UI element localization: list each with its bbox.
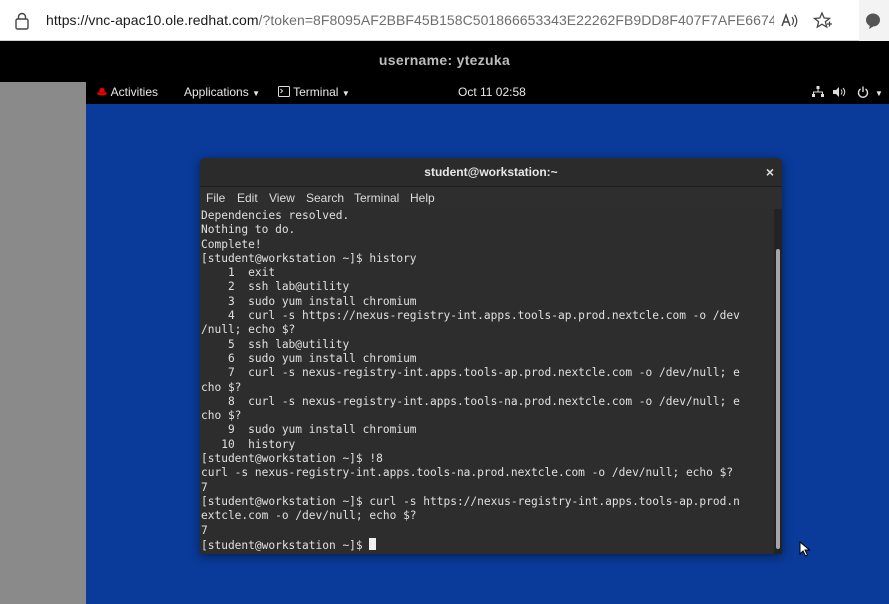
- chevron-down-icon: ▼: [252, 89, 260, 98]
- terminal-line: 7: [201, 480, 208, 494]
- menu-terminal[interactable]: Terminal: [354, 191, 399, 205]
- terminal-line: [student@workstation ~]$ history: [201, 251, 417, 265]
- url-query: /?token=8F8095AF2BBF45B158C501866653343E…: [258, 12, 774, 28]
- terminal-line: Dependencies resolved.: [201, 209, 350, 222]
- chevron-down-icon: ▼: [875, 89, 883, 98]
- terminal-line: extcle.com -o /dev/null; echo $?: [201, 509, 417, 523]
- terminal-text: Dependencies resolved. Nothing to do. Co…: [201, 209, 774, 553]
- terminal-app-menu[interactable]: Terminal ▼: [278, 85, 350, 99]
- activities-label: Activities: [110, 85, 159, 99]
- terminal-icon: [278, 86, 290, 97]
- url-text[interactable]: https://vnc-apac10.ole.redhat.com/?token…: [46, 12, 774, 28]
- close-icon[interactable]: ×: [766, 158, 774, 186]
- applications-menu[interactable]: Applications ▼: [184, 85, 260, 99]
- chevron-down-icon: ▼: [341, 89, 350, 98]
- redhat-logo-icon: [97, 88, 107, 96]
- browser-toolbar-edge: [859, 0, 889, 41]
- terminal-line: [student@workstation ~]$: [201, 538, 370, 552]
- terminal-line: [student@workstation ~]$ curl -s https:/…: [201, 494, 740, 508]
- menu-help[interactable]: Help: [410, 191, 435, 205]
- volume-icon: [833, 87, 846, 97]
- terminal-line: 3 sudo yum install chromium: [201, 294, 417, 308]
- gnome-top-bar: Activities Applications ▼ Terminal ▼ Oct…: [86, 82, 889, 104]
- terminal-app-label: Terminal: [293, 85, 339, 99]
- power-icon: [857, 86, 868, 98]
- read-aloud-icon[interactable]: [779, 11, 799, 31]
- terminal-line: 7: [201, 523, 208, 537]
- favorites-star-icon[interactable]: [813, 11, 833, 31]
- terminal-line: cho $?: [201, 409, 242, 423]
- terminal-line: 9 sudo yum install chromium: [201, 423, 417, 437]
- terminal-cursor: [369, 537, 377, 550]
- applications-label: Applications: [184, 85, 249, 99]
- url-host: https://vnc-apac10.ole.redhat.com: [46, 12, 259, 28]
- terminal-line: curl -s nexus-registry-int.apps.tools-na…: [201, 466, 734, 480]
- clock[interactable]: Oct 11 02:58: [458, 85, 526, 99]
- menu-edit[interactable]: Edit: [237, 191, 258, 205]
- terminal-line: 8 curl -s nexus-registry-int.apps.tools-…: [201, 394, 740, 408]
- lock-icon[interactable]: [14, 12, 30, 30]
- terminal-titlebar[interactable]: student@workstation:~ ×: [200, 158, 782, 187]
- terminal-line: 10 history: [201, 437, 296, 451]
- terminal-output[interactable]: Dependencies resolved. Nothing to do. Co…: [200, 209, 774, 554]
- vnc-username-label: username: ytezuka: [378, 52, 511, 68]
- terminal-window[interactable]: student@workstation:~ × File Edit View S…: [200, 158, 782, 554]
- mouse-pointer-icon: [799, 541, 811, 557]
- browser-address-bar: https://vnc-apac10.ole.redhat.com/?token…: [0, 0, 889, 41]
- menu-search[interactable]: Search: [306, 191, 344, 205]
- network-icon: [812, 86, 824, 97]
- terminal-line: 2 ssh lab@utility: [201, 280, 350, 294]
- terminal-line: /null; echo $?: [201, 323, 296, 337]
- terminal-line: 4 curl -s https://nexus-registry-int.app…: [201, 309, 740, 323]
- terminal-title: student@workstation:~: [424, 165, 558, 179]
- activities-button[interactable]: Activities: [96, 85, 158, 99]
- terminal-line: Complete!: [201, 237, 262, 251]
- terminal-line: 6 sudo yum install chromium: [201, 351, 417, 365]
- terminal-line: 5 ssh lab@utility: [201, 337, 350, 351]
- terminal-menubar: File Edit View Search Terminal Help: [200, 187, 782, 209]
- menu-view[interactable]: View: [269, 191, 295, 205]
- terminal-line: cho $?: [201, 380, 242, 394]
- terminal-line: 7 curl -s nexus-registry-int.apps.tools-…: [201, 366, 740, 380]
- system-menu[interactable]: ▼: [812, 86, 883, 101]
- menu-file[interactable]: File: [206, 191, 225, 205]
- terminal-line: 1 exit: [201, 266, 276, 280]
- scrollbar-thumb[interactable]: [776, 249, 780, 549]
- terminal-line: [student@workstation ~]$ !8: [201, 452, 383, 466]
- vnc-side-margin: [0, 82, 86, 604]
- feedback-bubble-icon[interactable]: [864, 12, 882, 30]
- terminal-line: Nothing to do.: [201, 223, 296, 237]
- terminal-scrollbar[interactable]: [774, 209, 782, 554]
